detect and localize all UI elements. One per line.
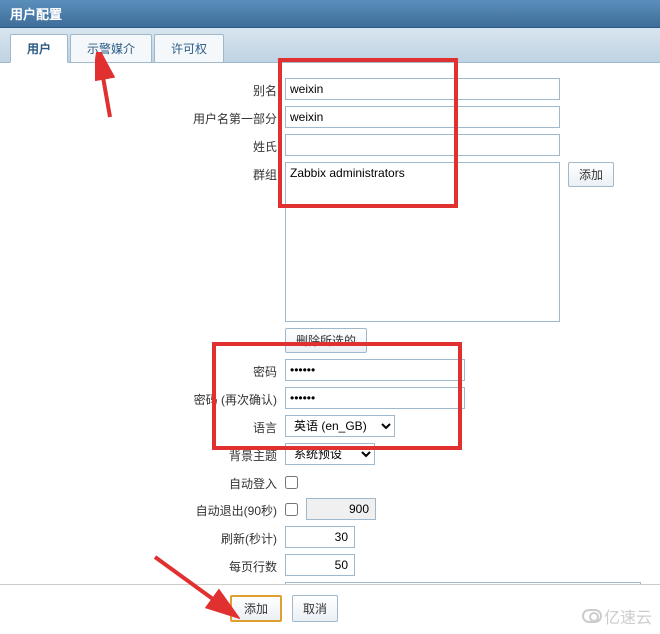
theme-select[interactable]: 系统预设: [285, 443, 375, 465]
footer-bar: 添加 取消: [0, 584, 660, 632]
submit-button[interactable]: 添加: [230, 595, 282, 622]
alias-label: 别名: [10, 78, 285, 99]
cancel-button[interactable]: 取消: [292, 595, 338, 622]
rows-label: 每页行数: [10, 554, 285, 575]
tab-media[interactable]: 示警媒介: [70, 34, 152, 62]
add-group-button[interactable]: 添加: [568, 162, 614, 187]
tab-permissions[interactable]: 许可权: [154, 34, 224, 62]
autologout-checkbox[interactable]: [285, 503, 298, 516]
language-label: 语言: [10, 415, 285, 436]
firstname-label: 用户名第一部分: [10, 106, 285, 127]
refresh-input[interactable]: [285, 526, 355, 548]
watermark-icon: [582, 609, 602, 623]
language-select[interactable]: 英语 (en_GB): [285, 415, 395, 437]
autologout-input[interactable]: [306, 498, 376, 520]
window-title: 用户配置: [0, 0, 660, 28]
watermark: 亿速云: [582, 604, 652, 628]
groups-label: 群组: [10, 162, 285, 183]
alias-input[interactable]: [285, 78, 560, 100]
password-confirm-input[interactable]: [285, 387, 465, 409]
autologin-label: 自动登入: [10, 471, 285, 492]
surname-label: 姓氏: [10, 134, 285, 155]
autologout-label: 自动退出(90秒): [10, 498, 285, 519]
theme-label: 背景主题: [10, 443, 285, 464]
password-label: 密码: [10, 359, 285, 380]
form-area: 别名 用户名第一部分 姓氏 群组 Zabbix administrators 添…: [0, 63, 660, 625]
groups-textarea[interactable]: Zabbix administrators: [285, 162, 560, 322]
rows-input[interactable]: [285, 554, 355, 576]
spacer: [10, 328, 285, 332]
firstname-input[interactable]: [285, 106, 560, 128]
autologin-checkbox[interactable]: [285, 476, 298, 489]
password-confirm-label: 密码 (再次确认): [10, 387, 285, 408]
tab-user[interactable]: 用户: [10, 34, 68, 63]
delete-selected-button[interactable]: 删除所选的: [285, 328, 367, 353]
password-input[interactable]: [285, 359, 465, 381]
tab-bar: 用户 示警媒介 许可权: [0, 28, 660, 63]
refresh-label: 刷新(秒计): [10, 526, 285, 547]
surname-input[interactable]: [285, 134, 560, 156]
